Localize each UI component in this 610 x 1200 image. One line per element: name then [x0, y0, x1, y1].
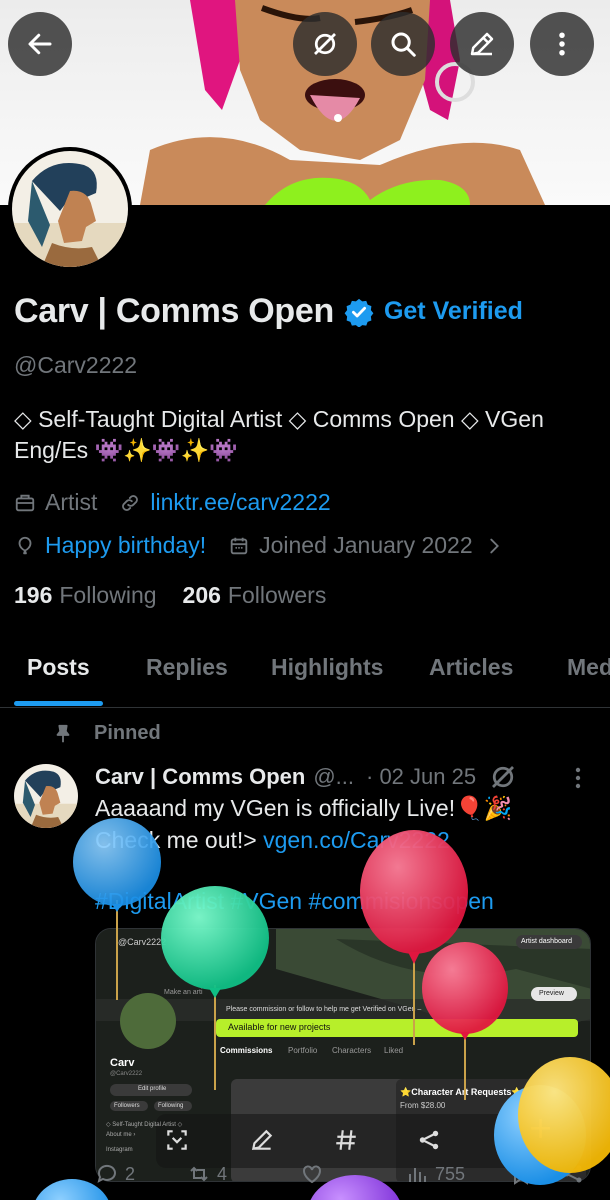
post-actions: 2 4 755 [95, 1162, 595, 1192]
display-name: Carv | Comms Open [14, 292, 334, 330]
tab-articles[interactable]: Articles [429, 654, 513, 681]
reply-count: 2 [125, 1163, 136, 1184]
search-button[interactable] [371, 12, 435, 76]
post-author-handle: @... [313, 764, 354, 789]
verified-badge-icon [344, 298, 374, 327]
arrow-left-icon [28, 33, 52, 55]
profile-category: Artist [45, 489, 98, 515]
pinned-label: Pinned [94, 722, 161, 744]
repost-count: 4 [217, 1163, 228, 1184]
media-tab-portfolio: Portfolio [288, 1046, 318, 1055]
followers-count: 206 [182, 582, 221, 608]
heart-icon [303, 1165, 321, 1184]
bar-chart-icon [409, 1168, 426, 1182]
reply-button[interactable]: 2 [95, 1162, 135, 1186]
media-preview-button: Preview [539, 990, 564, 997]
media-handle: @Carv2222 [118, 937, 167, 947]
profile-bio: ◇ Self-Taught Digital Artist ◇ Comms Ope… [14, 406, 544, 463]
media-dashboard-button: Artist dashboard [521, 938, 572, 945]
post-hashtags[interactable]: #DigitalArtist #VGen #commisionsopen [95, 888, 494, 915]
birthday-link[interactable]: Happy birthday! [45, 532, 206, 559]
balloon-icon [18, 536, 32, 554]
views-button[interactable]: 755 [405, 1162, 465, 1186]
avatar-image [12, 151, 128, 267]
more-button[interactable] [530, 12, 594, 76]
profile-avatar[interactable] [8, 147, 132, 271]
vertical-dots-icon [559, 32, 565, 56]
followers-link[interactable]: 206 Followers [183, 582, 327, 609]
profile-handle: @Carv2222 [14, 352, 138, 378]
post-date[interactable]: · 02 Jun 25 [366, 764, 476, 790]
scan-icon[interactable] [164, 1127, 190, 1153]
edit-image-icon[interactable] [249, 1127, 275, 1153]
pinned-indicator: Pinned [52, 722, 161, 745]
media-instagram: Instagram [106, 1147, 133, 1153]
media-name: Carv [110, 1057, 135, 1069]
grok-slash-icon [314, 33, 336, 55]
pencil-icon [470, 32, 494, 56]
repost-icon [190, 1166, 208, 1182]
pin-icon [56, 724, 70, 742]
tab-replies[interactable]: Replies [146, 654, 228, 681]
post-author-avatar[interactable] [14, 764, 78, 828]
media-name-handle: @Carv2222 [110, 1071, 143, 1077]
media-tab-characters: Characters [332, 1046, 372, 1055]
chevron-right-icon[interactable] [483, 535, 505, 557]
post-text-line1: Aaaaand my VGen is officially Live!🎈🎉 [95, 795, 513, 821]
search-icon [391, 32, 416, 57]
post-media-image[interactable]: @Carv2222 Artist dashboard Make an arti … [95, 928, 591, 1182]
post-more-icon[interactable] [568, 766, 588, 790]
tab-highlights[interactable]: Highlights [271, 654, 383, 681]
post-author-name[interactable]: Carv | Comms Open [95, 764, 305, 790]
repost-button[interactable]: 4 [187, 1162, 227, 1186]
post-link[interactable]: vgen.co/Carv2222 [263, 827, 450, 853]
bookmark-icon [514, 1164, 528, 1185]
media-following: Following [158, 1103, 184, 1109]
media-card-price: From $28.00 [400, 1101, 446, 1110]
back-button[interactable] [8, 12, 72, 76]
followers-label: Followers [227, 582, 327, 608]
get-verified-link[interactable]: Get Verified [384, 297, 523, 326]
post-text-line2: Check me out!> [95, 827, 264, 853]
profile-tabs: Posts Replies Highlights Articles Med [0, 632, 610, 708]
tab-posts[interactable]: Posts [27, 654, 90, 681]
post-text: Aaaaand my VGen is officially Live!🎈🎉 Ch… [95, 792, 595, 856]
link-icon [122, 494, 139, 511]
grok-button[interactable] [293, 12, 357, 76]
briefcase-icon [15, 494, 35, 511]
profile-website-link[interactable]: linktr.ee/carv2222 [150, 489, 330, 516]
media-about: About me › [106, 1132, 136, 1138]
active-tab-indicator [14, 701, 103, 706]
share-post-button[interactable] [561, 1162, 591, 1186]
reply-icon [97, 1164, 116, 1183]
grok-slash-icon[interactable] [488, 762, 518, 792]
media-notice: Please commission or follow to help me g… [226, 1006, 422, 1013]
joined-date: Joined January 2022 [259, 532, 473, 558]
hashtag-icon[interactable] [333, 1127, 359, 1153]
media-tab-commissions: Commissions [220, 1046, 273, 1055]
media-edit-profile: Edit profile [138, 1086, 167, 1092]
media-tab-liked: Liked [384, 1046, 404, 1055]
edit-button[interactable] [450, 12, 514, 76]
bookmark-button[interactable] [509, 1162, 539, 1186]
like-button[interactable] [300, 1162, 330, 1186]
calendar-icon [230, 537, 248, 554]
tab-media[interactable]: Med [567, 654, 610, 681]
media-card-title: ⭐Character Art Requests⭐ [400, 1087, 523, 1097]
share-icon[interactable] [416, 1127, 442, 1153]
post-avatar-image [14, 764, 78, 828]
following-label: Following [59, 582, 157, 608]
media-search-placeholder: Make an arti [164, 989, 203, 996]
following-count: 196 [14, 582, 53, 608]
views-count: 755 [435, 1163, 466, 1184]
media-available: Available for new projects [228, 1022, 331, 1032]
share-icon [564, 1165, 582, 1183]
media-followers: Followers [114, 1103, 140, 1109]
following-link[interactable]: 196 Following [14, 582, 157, 609]
